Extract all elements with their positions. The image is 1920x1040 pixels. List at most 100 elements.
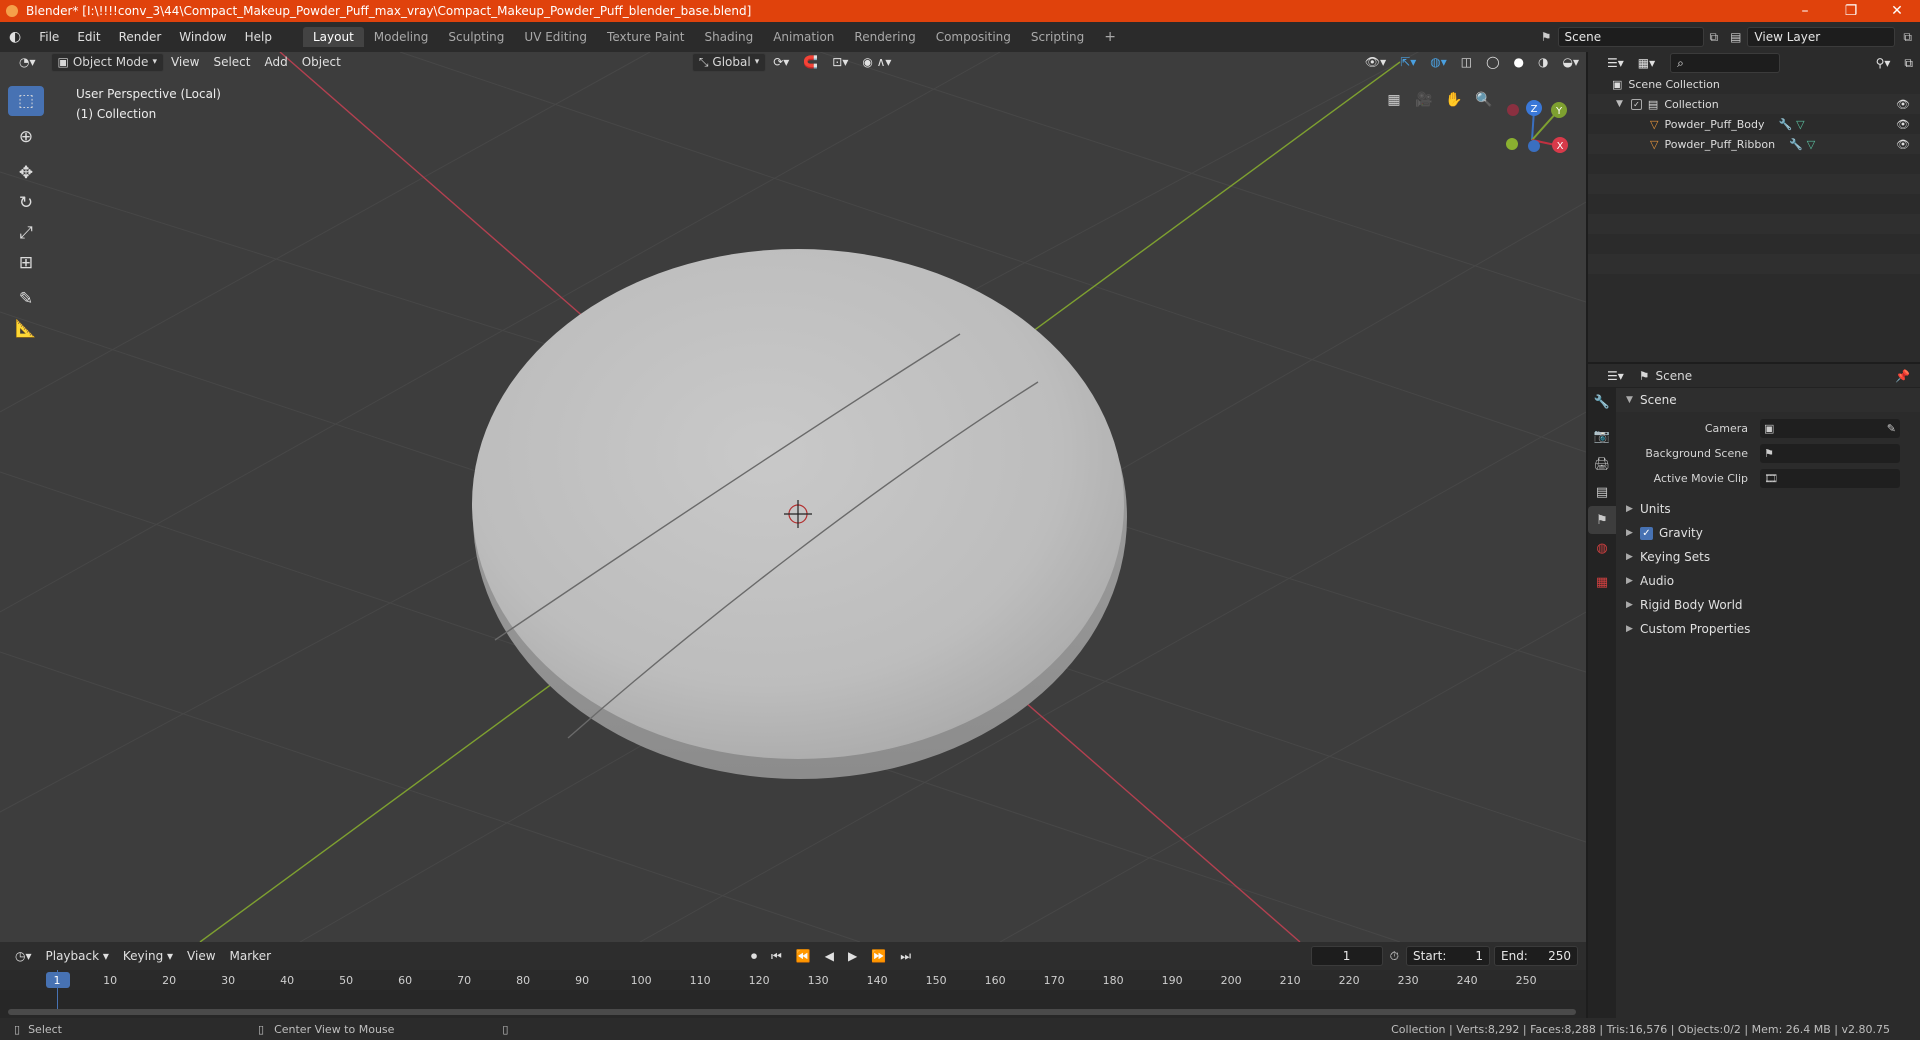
scene-panel-header[interactable]: ▼ Scene xyxy=(1616,388,1920,412)
timeline-scrollbar[interactable] xyxy=(8,1009,1576,1015)
background-scene-field[interactable]: ⚑ xyxy=(1760,444,1900,463)
render-tab-icon[interactable]: 📷 xyxy=(1588,422,1616,450)
camera-view-icon[interactable]: 🎥 xyxy=(1412,88,1436,112)
tab-texture-paint[interactable]: Texture Paint xyxy=(597,27,694,47)
view-layer-tab-icon[interactable]: ▤ xyxy=(1588,478,1616,506)
mode-selector[interactable]: ▣ Object Mode ▾ xyxy=(50,52,164,72)
scene-tab-icon[interactable]: ⚑ xyxy=(1588,506,1616,534)
eye-icon[interactable]: 👁 xyxy=(1896,98,1910,111)
pan-hand-icon[interactable]: ✋ xyxy=(1442,88,1466,112)
output-tab-icon[interactable]: 🖨 xyxy=(1588,450,1616,478)
gravity-checkbox[interactable]: ✓ xyxy=(1640,526,1653,540)
tab-uv-editing[interactable]: UV Editing xyxy=(514,27,597,47)
end-frame-field[interactable]: End: 250 xyxy=(1494,946,1578,966)
snap-icon[interactable]: 🧲 xyxy=(796,54,825,70)
active-movie-clip-field[interactable]: 🎞 xyxy=(1760,469,1900,488)
menu-window[interactable]: Window xyxy=(170,30,235,44)
jump-start-icon[interactable]: ⏮ xyxy=(764,948,789,965)
menu-keying[interactable]: Keying ▾ xyxy=(116,948,180,964)
pin-icon[interactable]: 📌 xyxy=(1895,369,1910,383)
minimize-button[interactable]: – xyxy=(1782,3,1828,19)
editor-type-timeline-icon[interactable]: ◷▾ xyxy=(8,948,39,964)
next-keyframe-icon[interactable]: ⏩ xyxy=(864,948,893,964)
display-mode-icon[interactable]: ▦▾ xyxy=(1631,55,1662,71)
texture-tab-icon[interactable]: ▦ xyxy=(1588,568,1616,596)
menu-edit[interactable]: Edit xyxy=(68,30,109,44)
new-view-layer-icon[interactable]: ⧉ xyxy=(1903,30,1912,45)
current-frame-field[interactable]: 1 xyxy=(1310,946,1383,966)
3d-viewport[interactable] xyxy=(0,52,1586,942)
rigid-body-world-panel-header[interactable]: ▶ Rigid Body World xyxy=(1616,593,1920,617)
play-icon[interactable]: ▶ xyxy=(841,948,864,964)
camera-field[interactable]: ▣ ✎ xyxy=(1760,419,1900,438)
navigation-gizmo[interactable]: Z Y X xyxy=(1492,96,1572,176)
menu-render[interactable]: Render xyxy=(110,30,171,44)
menu-object[interactable]: Object xyxy=(295,54,348,70)
menu-file[interactable]: File xyxy=(30,30,68,44)
close-button[interactable]: ✕ xyxy=(1874,3,1920,19)
rendered-shading-icon[interactable]: ◒▾ xyxy=(1556,54,1587,70)
move-icon[interactable]: ✥ xyxy=(8,158,44,188)
menu-marker[interactable]: Marker xyxy=(223,948,278,964)
orientation-selector[interactable]: ⤡ Global ▾ xyxy=(691,52,767,72)
keying-sets-panel-header[interactable]: ▶ Keying Sets xyxy=(1616,545,1920,569)
proportional-edit-icon[interactable]: ◉ ∧▾ xyxy=(855,54,898,70)
xray-icon[interactable]: ◫ xyxy=(1454,54,1479,70)
new-collection-icon[interactable]: ⧉ xyxy=(1897,55,1920,72)
expand-arrow-icon[interactable]: ▼ xyxy=(1616,99,1623,109)
cursor-icon[interactable]: ⊕ xyxy=(8,122,44,152)
mesh-data-icon[interactable]: ▽ xyxy=(1796,118,1804,131)
gravity-panel-header[interactable]: ▶ ✓ Gravity xyxy=(1616,521,1920,545)
tab-rendering[interactable]: Rendering xyxy=(844,27,925,47)
annotate-icon[interactable]: ✎ xyxy=(8,284,44,314)
menu-timeline-view[interactable]: View xyxy=(180,948,222,964)
editor-type-properties-icon[interactable]: ☰▾ xyxy=(1600,368,1631,384)
units-panel-header[interactable]: ▶ Units xyxy=(1616,497,1920,521)
outliner-collection[interactable]: ▼ ✓ ▤ Collection 👁 xyxy=(1588,94,1920,114)
outliner-object-body[interactable]: ▽ Powder_Puff_Body 🔧 ▽ 👁 xyxy=(1588,114,1920,134)
tab-scripting[interactable]: Scripting xyxy=(1021,27,1094,47)
menu-select[interactable]: Select xyxy=(206,54,257,70)
tab-layout[interactable]: Layout xyxy=(302,27,364,47)
menu-help[interactable]: Help xyxy=(236,30,281,44)
add-workspace-button[interactable]: + xyxy=(1094,26,1126,48)
tab-modeling[interactable]: Modeling xyxy=(364,27,439,47)
eye-icon[interactable]: 👁 xyxy=(1896,118,1910,131)
record-icon[interactable]: ⏺ xyxy=(744,948,764,965)
pivot-icon[interactable]: ⟳▾ xyxy=(766,54,796,70)
frame-ruler[interactable]: 1 10 20 30 40 50 60 70 80 90 100 110 120 130 140 150 160… xyxy=(0,970,1586,990)
restore-button[interactable]: ❐ xyxy=(1828,3,1874,19)
modifier-wrench-icon[interactable]: 🔧 xyxy=(1778,118,1792,131)
outliner-object-ribbon[interactable]: ▽ Powder_Puff_Ribbon 🔧 ▽ 👁 xyxy=(1588,134,1920,154)
editor-type-3d-icon[interactable]: ◔▾ xyxy=(12,54,43,70)
gizmo-toggle-icon[interactable]: ⇱▾ xyxy=(1393,54,1423,70)
modifier-wrench-icon[interactable]: 🔧 xyxy=(1789,138,1803,151)
editor-type-icon[interactable]: ◐ xyxy=(0,29,30,45)
visibility-icon[interactable]: 👁▾ xyxy=(1358,54,1393,70)
stopwatch-icon[interactable]: ⏱ xyxy=(1383,948,1406,965)
audio-panel-header[interactable]: ▶ Audio xyxy=(1616,569,1920,593)
scale-icon[interactable]: ⤢ xyxy=(8,218,44,248)
overlay-toggle-icon[interactable]: ◍▾ xyxy=(1423,54,1454,70)
menu-add[interactable]: Add xyxy=(257,54,294,70)
tab-animation[interactable]: Animation xyxy=(763,27,844,47)
select-box-icon[interactable]: ⬚ xyxy=(8,86,44,116)
measure-icon[interactable]: 📐 xyxy=(8,314,44,344)
play-reverse-icon[interactable]: ◀ xyxy=(818,948,841,964)
editor-type-outliner-icon[interactable]: ☰▾ xyxy=(1600,55,1631,71)
view-layer-selector[interactable]: View Layer xyxy=(1747,27,1896,47)
start-frame-field[interactable]: Start: 1 xyxy=(1406,946,1490,966)
eye-icon[interactable]: 👁 xyxy=(1896,138,1910,151)
transform-icon[interactable]: ⊞ xyxy=(8,248,44,278)
mesh-data-icon[interactable]: ▽ xyxy=(1807,138,1815,151)
menu-playback[interactable]: Playback ▾ xyxy=(39,948,116,964)
eyedropper-icon[interactable]: ✎ xyxy=(1887,422,1896,435)
tab-shading[interactable]: Shading xyxy=(694,27,763,47)
tab-sculpting[interactable]: Sculpting xyxy=(438,27,514,47)
tool-tab-icon[interactable]: 🔧 xyxy=(1588,388,1616,416)
grid-view-icon[interactable]: ▦ xyxy=(1382,88,1406,112)
filter-icon[interactable]: ⚲▾ xyxy=(1869,55,1898,71)
prev-keyframe-icon[interactable]: ⏪ xyxy=(789,948,818,964)
outliner-scene-collection[interactable]: ▣ Scene Collection xyxy=(1588,74,1920,94)
wireframe-shading-icon[interactable]: ◯ xyxy=(1479,54,1506,70)
